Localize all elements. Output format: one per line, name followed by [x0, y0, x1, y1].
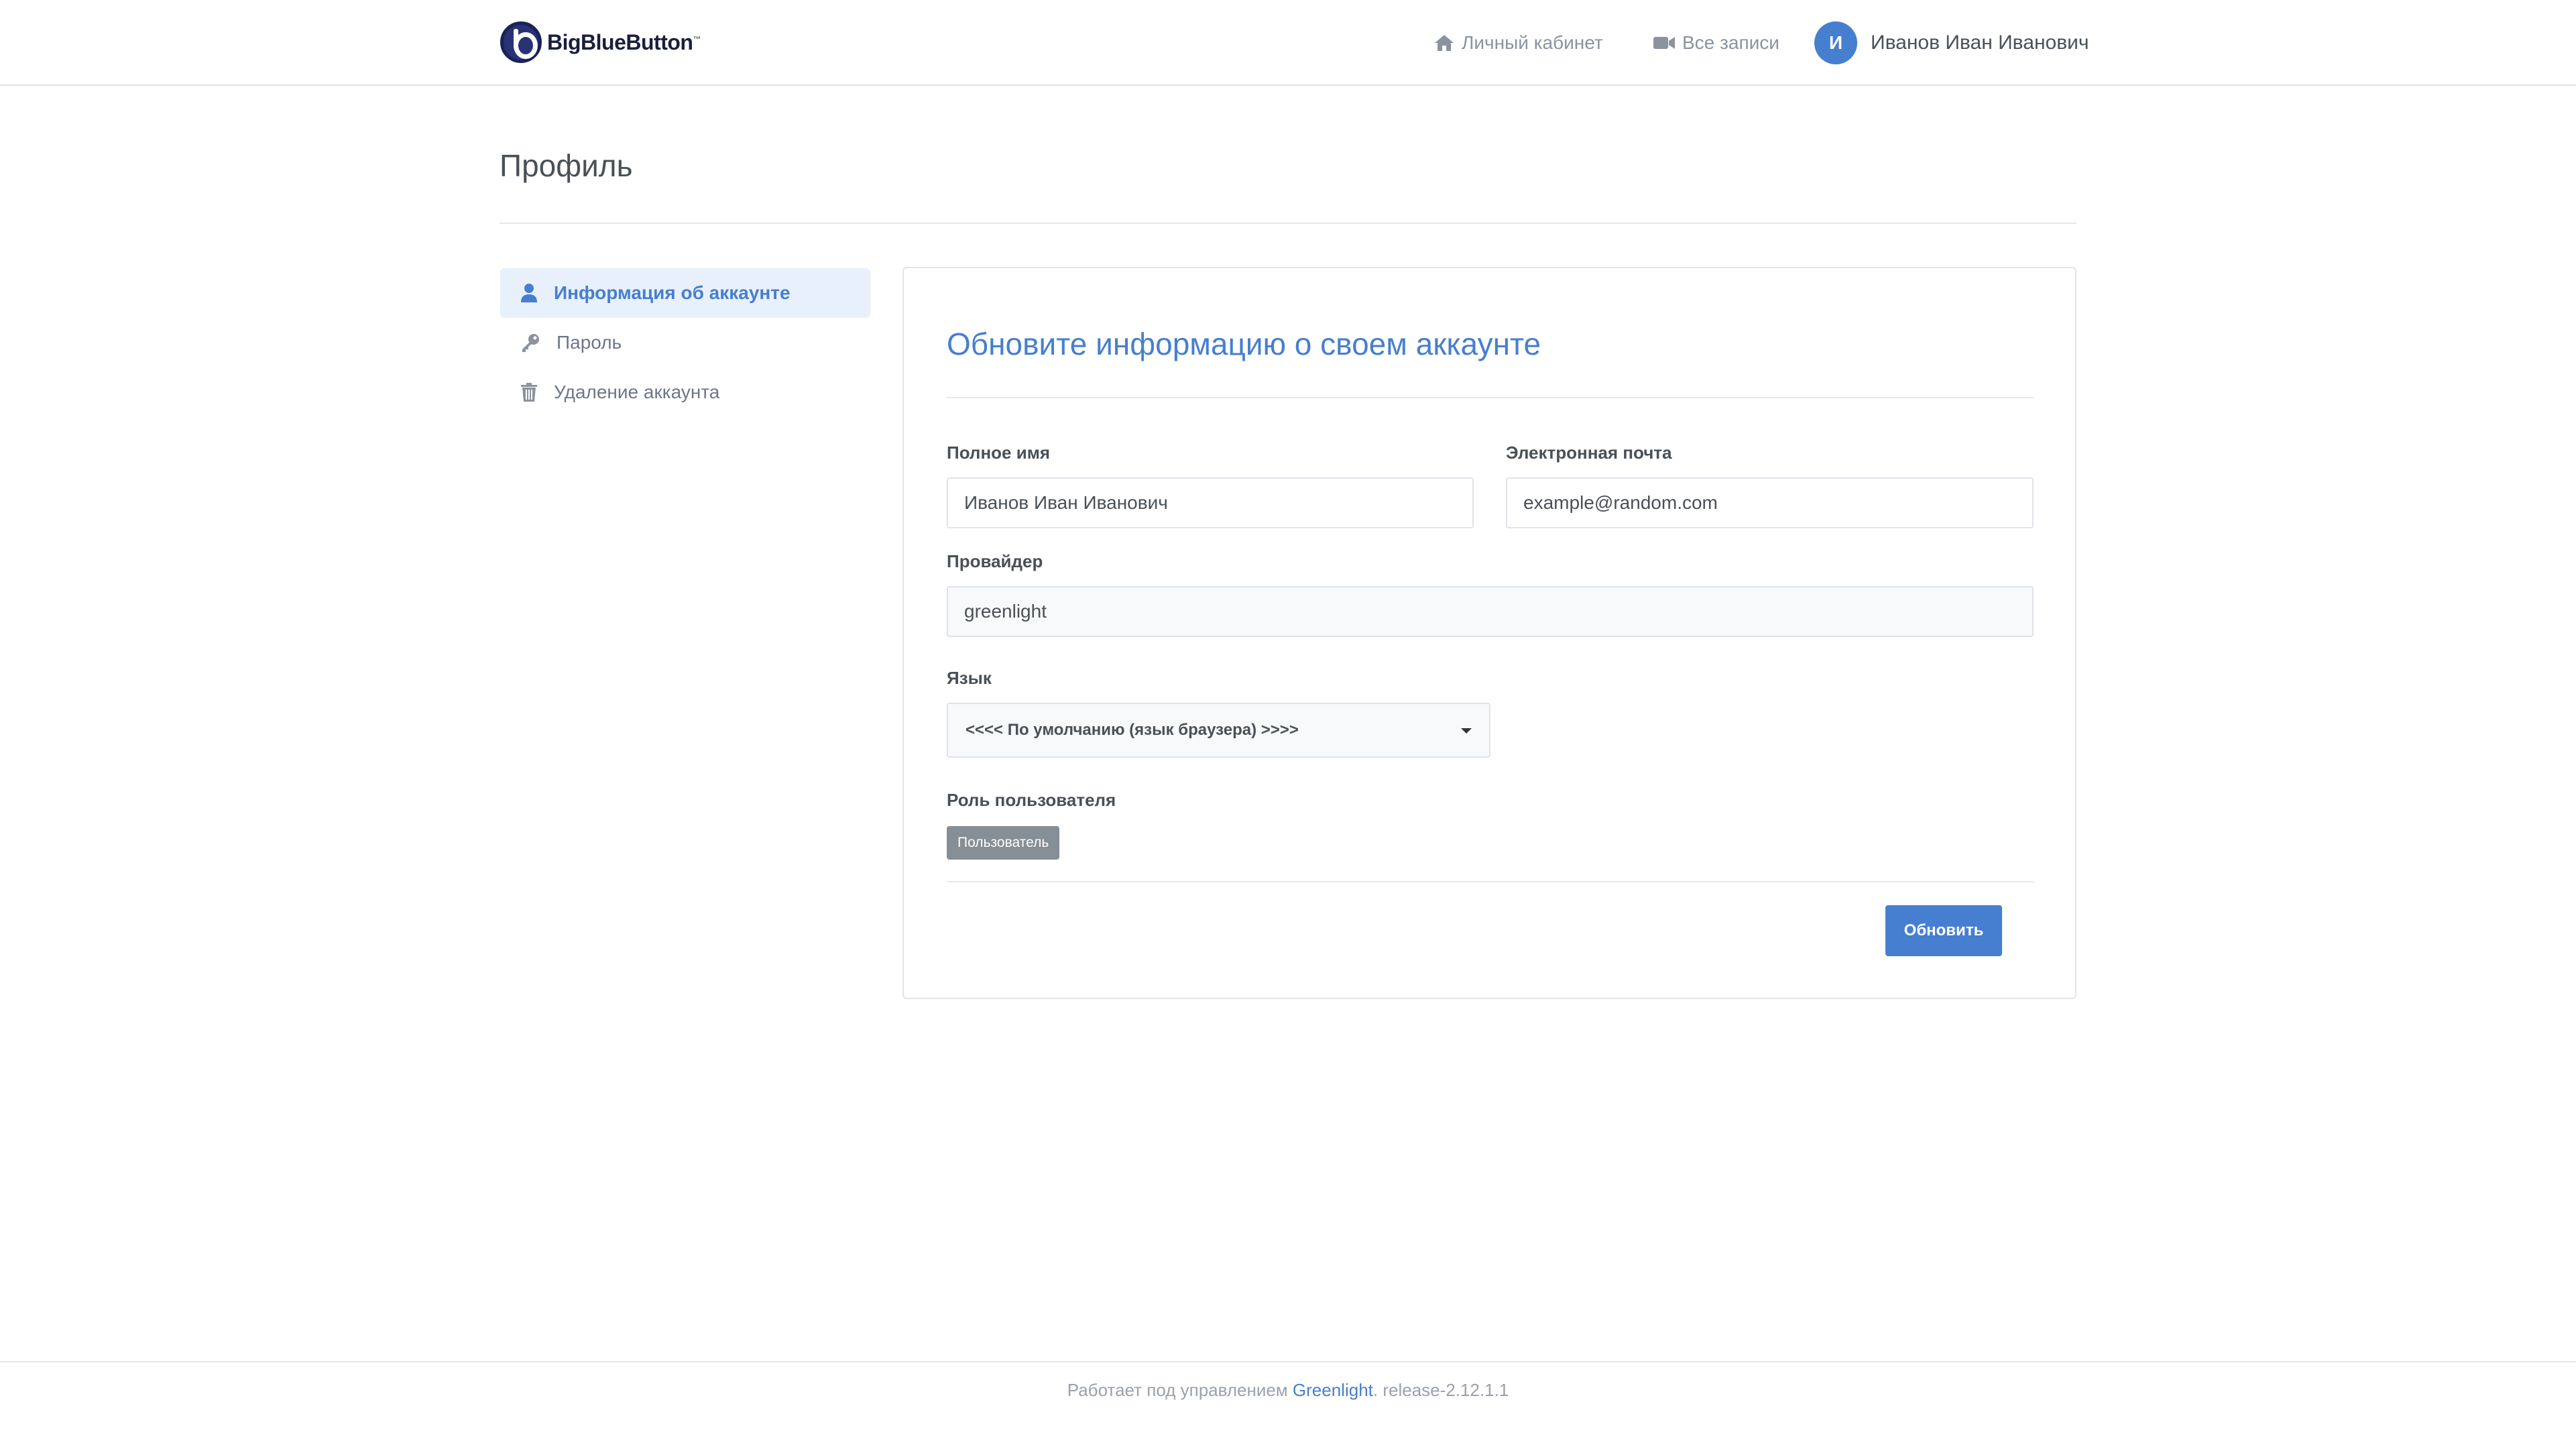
- footer-divider: [0, 1361, 2576, 1363]
- account-info-card: Обновите информацию о своем аккаунте Пол…: [902, 267, 2076, 999]
- update-button[interactable]: Обновить: [1885, 905, 2002, 956]
- email-label: Электронная почта: [1506, 443, 1672, 463]
- top-navbar: BigBlueButton™ Личный кабинет Все записи…: [0, 0, 2576, 86]
- full-name-label: Полное имя: [947, 443, 1051, 463]
- email-input[interactable]: [1506, 477, 2034, 528]
- bigbluebutton-logo[interactable]: BigBlueButton™: [500, 20, 701, 64]
- sidebar-item-account-info[interactable]: Информация об аккаунте: [500, 268, 870, 318]
- video-camera-icon: [1653, 37, 1675, 49]
- nav-home-label: Личный кабинет: [1462, 32, 1603, 53]
- language-select-value: <<<< По умолчанию (язык браузера) >>>>: [965, 721, 1299, 739]
- sidebar-item-label: Информация об аккаунте: [554, 282, 791, 303]
- logo-icon: [500, 21, 542, 63]
- role-badge: Пользователь: [947, 826, 1060, 860]
- language-select[interactable]: <<<< По умолчанию (язык браузера) >>>>: [947, 703, 1490, 758]
- sidebar-item-label: Удаление аккаунта: [554, 382, 720, 402]
- footer: Работает под управлением Greenlight. rel…: [0, 1380, 2576, 1401]
- form-title: Обновите информацию о своем аккаунте: [947, 327, 1541, 361]
- key-icon: [522, 334, 539, 352]
- caret-down-icon: [1461, 728, 1472, 734]
- sidebar-item-password[interactable]: Пароль: [500, 318, 870, 367]
- logo-text: BigBlueButton™: [547, 30, 701, 54]
- provider-label: Провайдер: [947, 551, 1043, 571]
- role-label: Роль пользователя: [947, 790, 1116, 810]
- form-title-divider: [947, 397, 2034, 398]
- avatar: И: [1814, 21, 1857, 64]
- language-label: Язык: [947, 668, 992, 688]
- nav-recordings-link[interactable]: Все записи: [1653, 0, 1779, 86]
- footer-version: . release-2.12.1.1: [1372, 1380, 1509, 1400]
- footer-prefix: Работает под управлением: [1067, 1380, 1288, 1400]
- sidebar-item-delete-account[interactable]: Удаление аккаунта: [500, 367, 870, 417]
- full-name-input[interactable]: [947, 477, 1474, 528]
- home-icon: [1435, 35, 1454, 51]
- title-divider: [500, 223, 2076, 224]
- sidebar-item-label: Пароль: [557, 332, 622, 353]
- provider-field: [947, 586, 2034, 637]
- greenlight-link[interactable]: Greenlight: [1293, 1380, 1373, 1400]
- user-menu[interactable]: И Иванов Иван Иванович: [1814, 21, 2089, 64]
- nav-recordings-label: Все записи: [1682, 32, 1779, 53]
- nav-home-link[interactable]: Личный кабинет: [1433, 0, 1603, 86]
- user-name: Иванов Иван Иванович: [1871, 32, 2089, 54]
- page-title: Профиль: [500, 148, 633, 183]
- form-footer-divider: [947, 881, 2034, 882]
- user-icon: [521, 284, 537, 302]
- trash-icon: [521, 383, 537, 402]
